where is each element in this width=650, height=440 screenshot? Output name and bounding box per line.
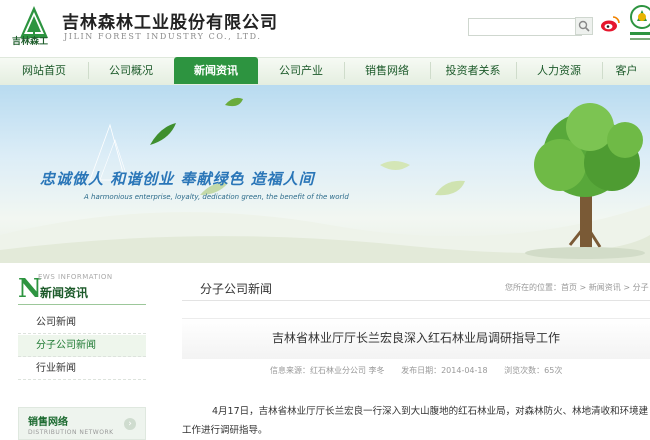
search-input[interactable] [468,18,582,36]
logo-caption: 吉林森工 [12,37,49,47]
article-meta: 信息来源：红石林业分公司 李冬 发布日期：2014-04-18 浏览次数：65次 [270,365,576,376]
china-forestry-logo-icon[interactable] [628,4,650,44]
article-source: 信息来源：红石林业分公司 李冬 [270,366,385,375]
sidebar-head-en: EWS INFORMATION [38,273,113,281]
company-name-cn: 吉林森林工业股份有限公司 [62,13,278,33]
sidebar-item-subsidiary-news[interactable]: 分子公司新闻 [18,335,146,357]
nav-home[interactable]: 网站首页 [0,57,88,84]
nav-news[interactable]: 新闻资讯 [174,57,258,84]
nav-customers[interactable]: 客户 [603,57,650,84]
banner-slogan: 忠诚做人 和谐创业 奉献绿色 造福人间 [40,170,315,188]
nav-human-resources[interactable]: 人力资源 [517,57,601,84]
nav-investor-relations[interactable]: 投资者关系 [431,57,515,84]
company-name-en: JILIN FOREST INDUSTRY CO., LTD. [64,32,262,41]
sidebar-divider [18,304,146,305]
sidebar-item-industry-news[interactable]: 行业新闻 [18,358,146,380]
article-date: 发布日期：2014-04-18 [401,366,488,375]
sidebar-item-company-news[interactable]: 公司新闻 [18,312,146,334]
article-paragraph-continued: 工作进行调研指导。 [182,425,268,436]
weibo-icon[interactable] [600,14,620,34]
section-title: 分子公司新闻 [200,282,273,296]
article-views: 浏览次数：65次 [504,366,563,375]
sales-network-label: 销售网络 [28,417,68,428]
nav-sales-network[interactable]: 销售网络 [345,57,429,84]
sidebar-title: 新闻资讯 [40,286,89,300]
breadcrumb[interactable]: 您所在的位置：首页 > 新闻资讯 > 分子 [505,282,649,293]
article-title: 吉林省林业厅厅长兰宏良深入红石林业局调研指导工作 [271,331,560,345]
search-button[interactable] [575,17,593,35]
search-icon [578,20,590,32]
banner-slogan-en: A harmonious enterprise, loyalty, dedica… [84,193,349,201]
sales-network-label-en: DISTRIBUTION NETWORK [28,429,114,436]
chevron-right-icon[interactable]: › [124,418,136,430]
nav-industry[interactable]: 公司产业 [259,57,343,84]
article-paragraph: 4月17日，吉林省林业厅厅长兰宏良一行深入到大山腹地的红石林业局，对森林防火、林… [212,406,649,417]
nav-company-profile[interactable]: 公司概况 [89,57,173,84]
